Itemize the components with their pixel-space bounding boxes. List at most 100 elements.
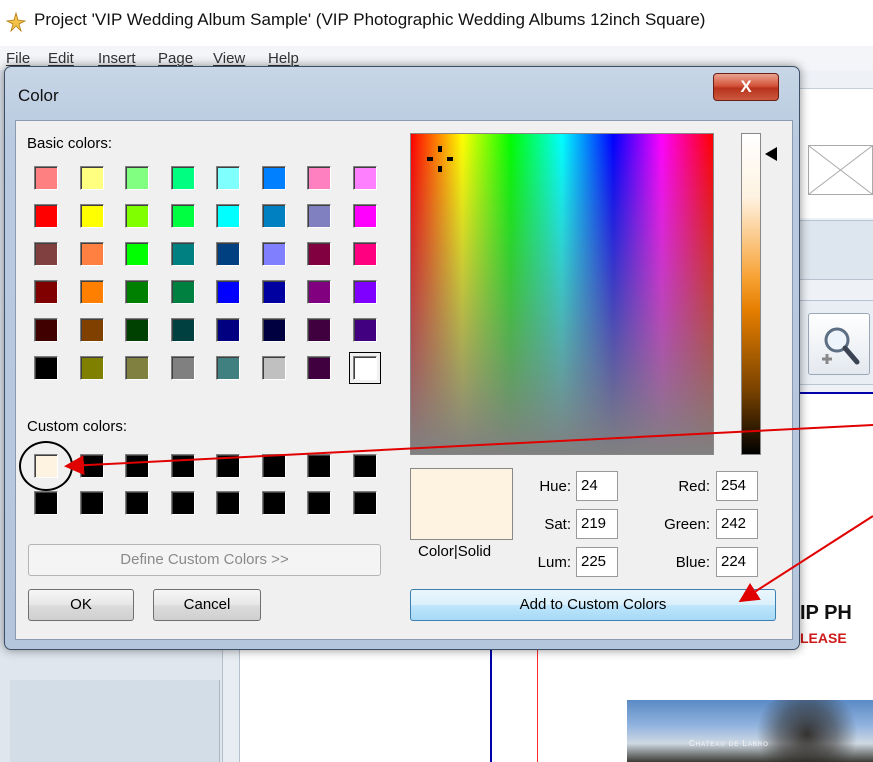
basic-color-swatch-14[interactable]: [257, 200, 290, 232]
basic-color-swatch-25[interactable]: [30, 276, 62, 308]
custom-color-swatch-8[interactable]: [348, 450, 381, 482]
basic-color-swatch-19[interactable]: [121, 238, 153, 270]
app-title: Project 'VIP Wedding Album Sample' (VIP …: [34, 10, 706, 29]
basic-color-swatch-chip: [352, 166, 377, 190]
basic-color-swatch-34[interactable]: [75, 314, 108, 346]
custom-color-swatch-5[interactable]: [212, 450, 244, 482]
basic-color-swatch-15[interactable]: [303, 200, 335, 232]
annotation-circle: [19, 441, 73, 491]
sat-input[interactable]: 219: [576, 509, 618, 539]
basic-color-swatch-7[interactable]: [303, 162, 335, 194]
custom-color-swatch-3[interactable]: [121, 450, 153, 482]
basic-color-swatch-44[interactable]: [166, 352, 199, 384]
basic-color-swatch-27[interactable]: [121, 276, 153, 308]
menu-view[interactable]: View: [213, 50, 245, 67]
basic-color-swatch-40[interactable]: [348, 314, 381, 346]
app-star-icon: [6, 12, 26, 32]
hue-input[interactable]: 24: [576, 471, 618, 501]
basic-color-swatch-32[interactable]: [348, 276, 381, 308]
basic-color-swatch-47[interactable]: [303, 352, 335, 384]
basic-color-swatch-36[interactable]: [166, 314, 199, 346]
custom-color-swatch-16[interactable]: [348, 487, 381, 519]
cancel-button[interactable]: Cancel: [153, 589, 261, 621]
define-custom-colors-button[interactable]: Define Custom Colors >>: [28, 544, 381, 576]
basic-color-swatch-chip: [125, 356, 149, 380]
basic-color-swatch-9[interactable]: [30, 200, 62, 232]
custom-color-swatch-14[interactable]: [257, 487, 290, 519]
basic-color-swatch-43[interactable]: [121, 352, 153, 384]
custom-color-swatch-13[interactable]: [212, 487, 244, 519]
basic-color-swatch-6[interactable]: [257, 162, 290, 194]
basic-color-swatch-37[interactable]: [212, 314, 244, 346]
lum-label: Lum:: [537, 554, 571, 571]
basic-color-swatch-1[interactable]: [30, 162, 62, 194]
basic-color-swatch-35[interactable]: [121, 314, 153, 346]
menu-file[interactable]: File: [6, 50, 30, 67]
basic-color-swatch-12[interactable]: [166, 200, 199, 232]
custom-color-swatch-2[interactable]: [75, 450, 108, 482]
custom-color-swatch-10[interactable]: [75, 487, 108, 519]
red-input[interactable]: 254: [716, 471, 758, 501]
basic-color-swatch-33[interactable]: [30, 314, 62, 346]
basic-color-swatch-31[interactable]: [303, 276, 335, 308]
zoom-in-button[interactable]: [808, 313, 870, 375]
green-input[interactable]: 242: [716, 509, 758, 539]
menu-insert[interactable]: Insert: [98, 50, 136, 67]
image-placeholder[interactable]: [808, 145, 873, 195]
basic-color-swatch-5[interactable]: [212, 162, 244, 194]
basic-color-swatch-18[interactable]: [75, 238, 108, 270]
basic-color-swatch-10[interactable]: [75, 200, 108, 232]
page-subheading: LEASE: [800, 630, 847, 646]
menu-help[interactable]: Help: [268, 50, 299, 67]
luminance-slider[interactable]: [741, 133, 761, 455]
crosshair-icon: [427, 146, 453, 172]
basic-color-swatch-8[interactable]: [348, 162, 381, 194]
add-to-custom-colors-button[interactable]: Add to Custom Colors: [410, 589, 776, 621]
album-photo[interactable]: Chateau de Labro: [627, 700, 873, 762]
basic-color-swatch-41[interactable]: [30, 352, 62, 384]
custom-color-swatch-7[interactable]: [303, 450, 335, 482]
basic-color-swatch-48[interactable]: [348, 352, 381, 384]
basic-color-swatch-24[interactable]: [348, 238, 381, 270]
custom-color-swatch-15[interactable]: [303, 487, 335, 519]
lum-input[interactable]: 225: [576, 547, 618, 577]
basic-color-swatch-38[interactable]: [257, 314, 290, 346]
basic-color-swatch-3[interactable]: [121, 162, 153, 194]
basic-color-swatch-16[interactable]: [348, 200, 381, 232]
magnifier-plus-icon: [822, 327, 860, 365]
custom-color-swatch-12[interactable]: [166, 487, 199, 519]
basic-color-swatch-chip: [79, 204, 104, 228]
basic-color-swatch-2[interactable]: [75, 162, 108, 194]
basic-color-swatch-46[interactable]: [257, 352, 290, 384]
basic-color-swatch-45[interactable]: [212, 352, 244, 384]
blue-input[interactable]: 224: [716, 547, 758, 577]
menu-page[interactable]: Page: [158, 50, 193, 67]
basic-color-swatch-21[interactable]: [212, 238, 244, 270]
close-button[interactable]: X: [713, 73, 779, 101]
basic-color-swatch-29[interactable]: [212, 276, 244, 308]
slider-arrow-icon[interactable]: [765, 147, 777, 161]
basic-color-swatch-23[interactable]: [303, 238, 335, 270]
basic-color-swatch-28[interactable]: [166, 276, 199, 308]
basic-color-swatch-26[interactable]: [75, 276, 108, 308]
basic-color-swatch-30[interactable]: [257, 276, 290, 308]
basic-color-swatch-22[interactable]: [257, 238, 290, 270]
panel-scrollbar[interactable]: [222, 650, 240, 762]
ok-button[interactable]: OK: [28, 589, 134, 621]
custom-color-swatch-4[interactable]: [166, 450, 199, 482]
basic-color-swatch-chip: [352, 204, 377, 228]
photo-tree: [747, 700, 867, 762]
preview-label: Color|Solid: [418, 543, 492, 560]
basic-color-swatch-42[interactable]: [75, 352, 108, 384]
menu-edit[interactable]: Edit: [48, 50, 74, 67]
basic-color-swatch-17[interactable]: [30, 238, 62, 270]
basic-color-swatch-4[interactable]: [166, 162, 199, 194]
color-spectrum[interactable]: [410, 133, 714, 455]
basic-color-swatch-13[interactable]: [212, 200, 244, 232]
basic-color-swatch-20[interactable]: [166, 238, 199, 270]
custom-color-swatch-6[interactable]: [257, 450, 290, 482]
custom-color-swatch-11[interactable]: [121, 487, 153, 519]
custom-color-swatch-9[interactable]: [30, 487, 62, 519]
basic-color-swatch-39[interactable]: [303, 314, 335, 346]
basic-color-swatch-11[interactable]: [121, 200, 153, 232]
